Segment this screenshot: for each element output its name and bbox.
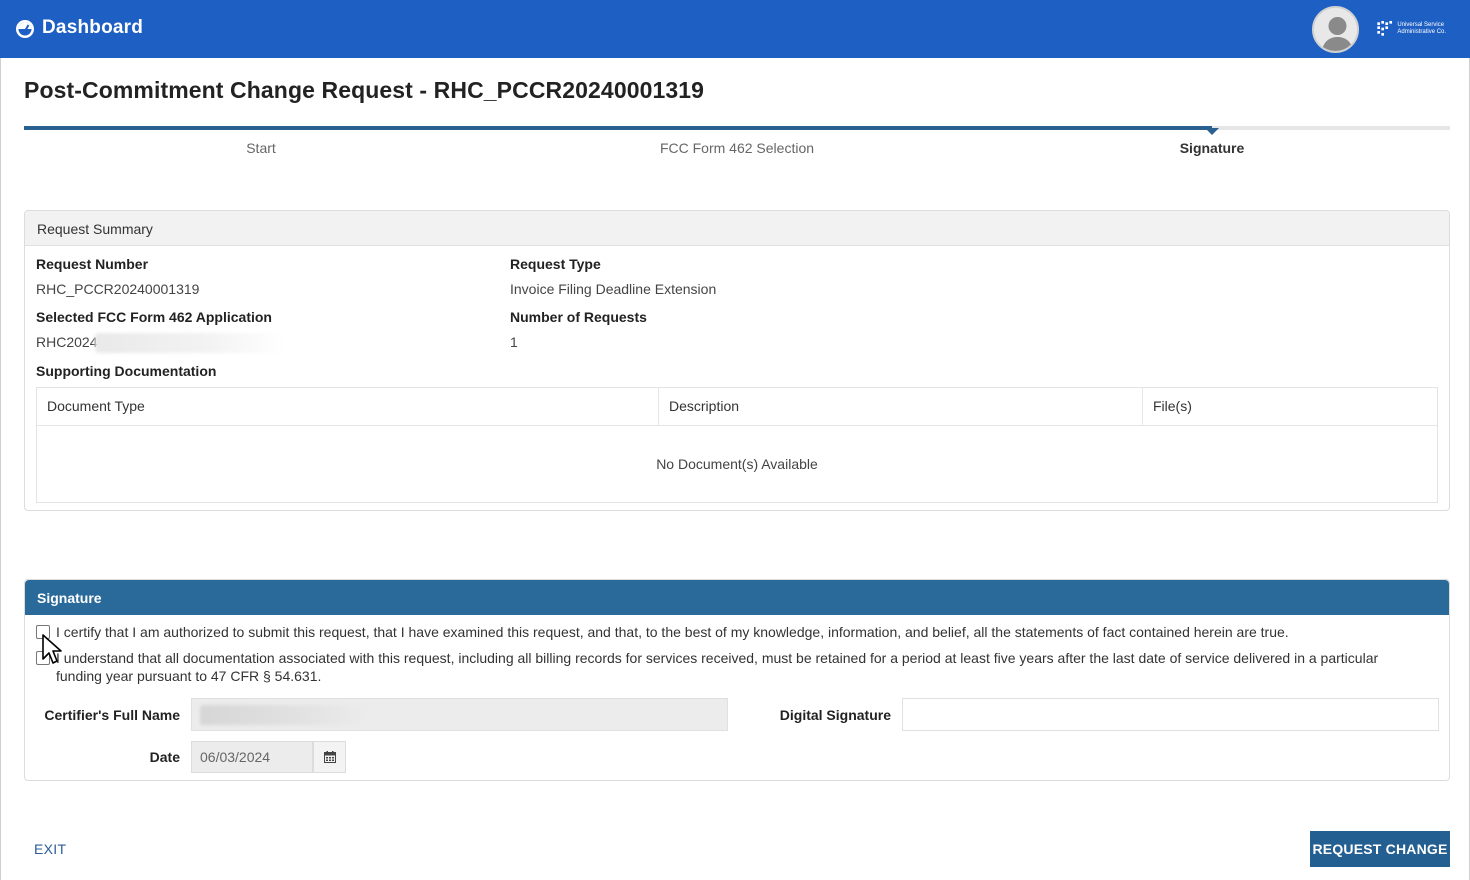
request-type-value: Invoice Filing Deadline Extension: [510, 281, 717, 297]
step-start: Start: [246, 140, 276, 156]
column-document-type[interactable]: Document Type: [37, 388, 659, 426]
number-of-requests-label: Number of Requests: [510, 309, 647, 325]
dashboard-gauge-icon: [14, 17, 36, 39]
mouse-pointer-icon: [42, 634, 62, 664]
application-value: RHC2024: [36, 334, 98, 350]
request-change-button[interactable]: REQUEST CHANGE: [1310, 831, 1450, 867]
exit-link[interactable]: EXIT: [34, 841, 66, 857]
page-title: Post-Commitment Change Request - RHC_PCC…: [24, 77, 705, 103]
request-summary-heading: Request Summary: [25, 211, 1449, 246]
top-navigation-bar: Dashboard Universal Service Administrati…: [0, 0, 1470, 58]
digital-signature-field[interactable]: [902, 698, 1439, 731]
supporting-documents-table: Document Type Description File(s) No Doc…: [36, 387, 1438, 503]
certification-row-retention: I understand that all documentation asso…: [36, 649, 1436, 687]
date-label: Date: [149, 749, 180, 765]
supporting-documentation-label: Supporting Documentation: [36, 363, 217, 379]
usac-logo-mark-icon: [1377, 20, 1393, 36]
application-label: Selected FCC Form 462 Application: [36, 309, 272, 325]
stepper-current-marker: [1205, 128, 1219, 135]
left-frame-border: [0, 58, 1, 880]
request-number-label: Request Number: [36, 256, 149, 272]
no-documents-message: No Document(s) Available: [656, 456, 818, 472]
digital-signature-label: Digital Signature: [779, 707, 891, 723]
step-fcc-form-462-selection: FCC Form 462 Selection: [659, 140, 815, 156]
date-field[interactable]: 06/03/2024: [191, 741, 313, 773]
dashboard-link[interactable]: Dashboard: [14, 17, 143, 39]
certification-row-authorized: I certify that I am authorized to submit…: [36, 623, 1436, 643]
request-summary-panel: Request Summary Request Number RHC_PCCR2…: [24, 210, 1450, 511]
calendar-icon: [323, 751, 336, 763]
step-signature: Signature: [1179, 140, 1245, 156]
certify-retention-text: I understand that all documentation asso…: [56, 650, 1379, 684]
usac-logo-text: Universal Service Administrative Co.: [1397, 22, 1447, 35]
certifier-full-name-field[interactable]: [191, 698, 728, 731]
dashboard-label: Dashboard: [42, 17, 144, 38]
signature-panel: Signature I certify that I am authorized…: [24, 579, 1450, 781]
stepper-progress: [24, 126, 1212, 130]
documents-table-header: Document Type Description File(s): [37, 388, 1437, 426]
usac-logo: Universal Service Administrative Co.: [1376, 14, 1462, 44]
certify-authorized-text: I certify that I am authorized to submit…: [56, 624, 1289, 640]
certifier-full-name-label: Certifier's Full Name: [44, 707, 180, 723]
column-description[interactable]: Description: [659, 388, 1143, 426]
user-avatar[interactable]: [1312, 6, 1359, 53]
number-of-requests-value: 1: [510, 334, 518, 350]
column-files[interactable]: File(s): [1143, 388, 1437, 426]
request-type-label: Request Type: [510, 256, 601, 272]
redacted-application-number: [95, 333, 285, 353]
date-picker-button[interactable]: [313, 741, 346, 773]
request-number-value: RHC_PCCR20240001319: [36, 281, 200, 297]
redacted-certifier-name: [200, 705, 370, 725]
signature-heading: Signature: [25, 580, 1449, 615]
